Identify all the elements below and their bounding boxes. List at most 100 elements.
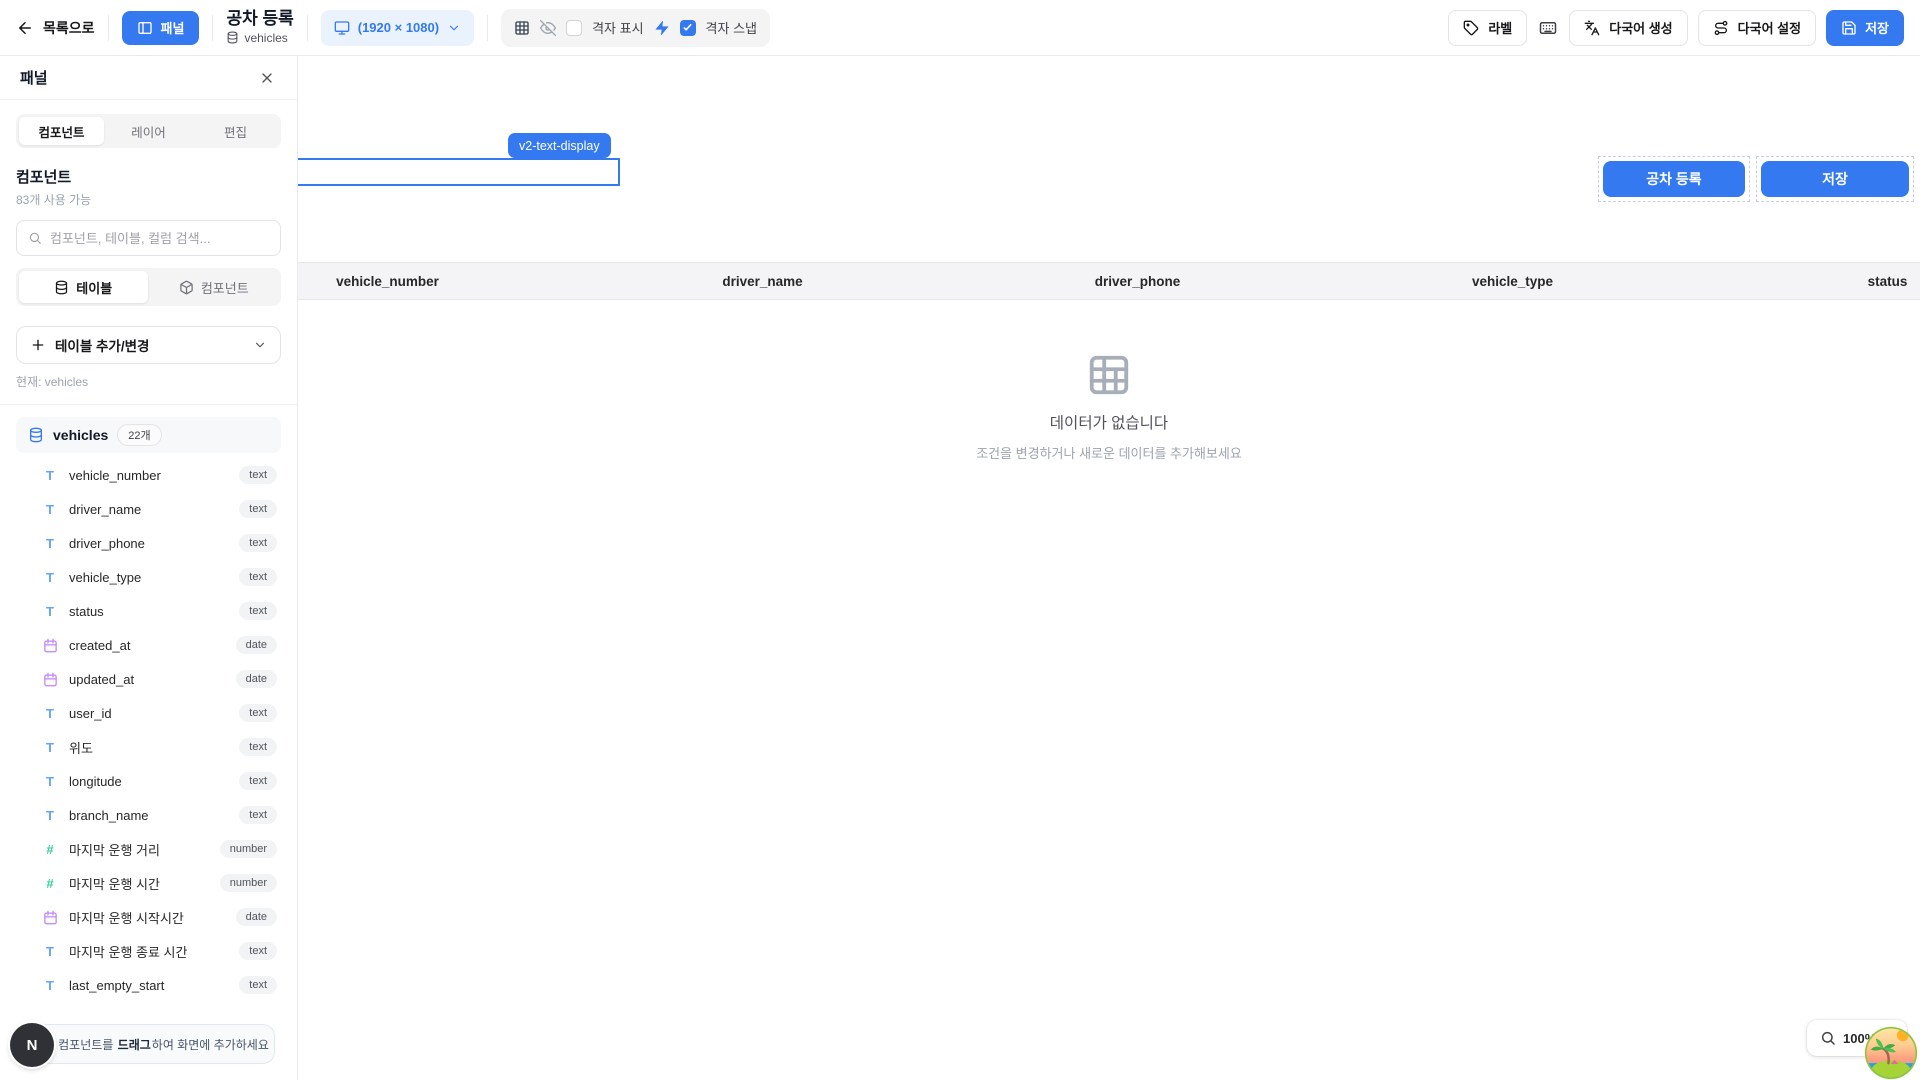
drag-hint-text: 컴포넌트를 드래그하여 화면에 추가하세요 (58, 1036, 269, 1053)
i18n-settings-button[interactable]: 다국어 설정 (1698, 10, 1816, 46)
mode-tab-tables[interactable]: 테이블 (19, 271, 148, 303)
field-row-위도[interactable]: T 위도 text (16, 730, 281, 764)
field-row-마지막 운행 시작시간[interactable]: 마지막 운행 시작시간date (16, 900, 281, 934)
eye-off-icon[interactable] (540, 20, 556, 36)
component-search (16, 220, 281, 256)
search-input[interactable] (50, 231, 269, 246)
grid-show-checkbox[interactable] (566, 20, 582, 36)
grid-snap-label: 격자 스냅 (706, 18, 757, 37)
field-row-vehicle_number[interactable]: Tvehicle_numbertext (16, 458, 281, 492)
mode-tabs: 테이블컴포넌트 (16, 268, 281, 306)
database-icon (28, 427, 44, 443)
save-button-text: 저장 (1865, 18, 1889, 37)
text-type-icon: T (42, 740, 58, 755)
field-row-driver_name[interactable]: Tdriver_name text (16, 492, 281, 526)
text-type-icon: T (42, 502, 58, 517)
field-name: updated_at (69, 672, 134, 687)
save-icon (1841, 20, 1857, 36)
magnifier-icon (1820, 1030, 1836, 1046)
register-button-component-wrapper: 공차 등록 (1598, 156, 1750, 202)
add-table-button[interactable]: 테이블 추가/변경 (16, 326, 281, 364)
field-row-branch_name[interactable]: Tbranch_nametext (16, 798, 281, 832)
field-name: 마지막 운행 거리 (69, 840, 160, 859)
panel-tab-components[interactable]: 컴포넌트 (19, 117, 104, 145)
i18n-generate-button[interactable]: 다국어 생성 (1569, 10, 1687, 46)
route-icon (1713, 20, 1729, 36)
canvas-register-button[interactable]: 공차 등록 (1603, 161, 1745, 197)
resolution-value: (1920 × 1080) (358, 20, 439, 35)
available-count: 83개 사용 가능 (16, 191, 281, 208)
field-row-longitude[interactable]: Tlongitudetext (16, 764, 281, 798)
resolution-selector[interactable]: (1920 × 1080) (321, 10, 474, 46)
panel-tabs: 컴포넌트레이어편집 (16, 114, 281, 148)
mode-tab-components[interactable]: 컴포넌트 (150, 271, 279, 303)
field-name: driver_name (69, 502, 141, 517)
divider (487, 15, 488, 41)
drag-hint: 컴포넌트를 드래그하여 화면에 추가하세요 (16, 1024, 275, 1064)
number-type-icon: # (42, 842, 58, 857)
data-table-header: vehicle_numberdriver_namedriver_phoneveh… (200, 262, 1920, 300)
field-type-badge: text (239, 534, 277, 552)
chevron-down-icon (253, 338, 267, 352)
app-root: 목록으로 패널 공차 등록 vehicles (0, 0, 1920, 1080)
field-row-마지막 운행 시간[interactable]: #마지막 운행 시간number (16, 866, 281, 900)
back-button[interactable]: 목록으로 (16, 18, 95, 38)
divider (0, 404, 297, 405)
field-name: created_at (69, 638, 130, 653)
panel-toggle-button[interactable]: 패널 (122, 11, 200, 45)
field-type-badge: text (239, 738, 277, 756)
plus-icon (30, 337, 46, 353)
languages-icon (1584, 20, 1600, 36)
zap-icon[interactable] (654, 20, 670, 36)
keyboard-shortcuts-button[interactable] (1537, 17, 1559, 39)
topbar-left: 목록으로 패널 공차 등록 vehicles (16, 9, 770, 47)
grid-snap-checkbox[interactable] (680, 20, 696, 36)
field-row-created_at[interactable]: created_atdate (16, 628, 281, 662)
field-type-badge: date (236, 908, 277, 926)
field-row-user_id[interactable]: Tuser_idtext (16, 696, 281, 730)
field-type-badge: text (239, 602, 277, 620)
field-name: 마지막 운행 종료 시간 (69, 942, 187, 961)
page-title: 공차 등록 (226, 10, 293, 28)
island-emoji-icon[interactable] (1864, 1026, 1918, 1080)
text-type-icon: T (42, 944, 58, 959)
text-type-icon: T (42, 808, 58, 823)
grid-icon[interactable] (514, 20, 530, 36)
field-type-badge: text (239, 500, 277, 518)
field-name: 위도 (69, 738, 93, 757)
panel-title: 패널 (20, 67, 48, 88)
column-header-vehicle_type: vehicle_type (1325, 274, 1700, 289)
field-name: branch_name (69, 808, 149, 823)
canvas-save-button[interactable]: 저장 (1761, 161, 1909, 197)
i18n-generate-text: 다국어 생성 (1609, 18, 1672, 37)
divider (212, 15, 213, 41)
field-count-badge: 22개 (117, 424, 161, 446)
field-row-last_empty_start[interactable]: Tlast_empty_starttext (16, 968, 281, 1002)
vehicles-table-row[interactable]: vehicles 22개 (16, 417, 281, 453)
field-row-status[interactable]: Tstatustext (16, 594, 281, 628)
database-icon (226, 31, 239, 44)
grid-toolbar: 격자 표시 격자 스냅 (501, 9, 770, 47)
label-button[interactable]: 라벨 (1448, 10, 1527, 46)
keyboard-icon (1539, 19, 1557, 37)
monitor-icon (334, 20, 350, 36)
calendar-icon (42, 910, 58, 925)
field-row-driver_phone[interactable]: Tdriver_phonetext (16, 526, 281, 560)
save-button[interactable]: 저장 (1826, 10, 1904, 46)
i18n-settings-text: 다국어 설정 (1738, 18, 1801, 37)
user-avatar[interactable]: N (10, 1023, 54, 1067)
panel-tab-edit[interactable]: 편집 (193, 117, 278, 145)
column-header-driver_name: driver_name (575, 274, 950, 289)
field-row-updated_at[interactable]: updated_atdate (16, 662, 281, 696)
empty-state: 데이터가 없습니다 조건을 변경하거나 새로운 데이터를 추가해보세요 (298, 352, 1920, 462)
panel-tab-layers[interactable]: 레이어 (106, 117, 191, 145)
field-row-vehicle_type[interactable]: Tvehicle_typetext (16, 560, 281, 594)
panel-toggle-label: 패널 (161, 18, 185, 37)
close-panel-button[interactable] (257, 68, 277, 88)
save-button-component-wrapper: 저장 (1756, 156, 1914, 202)
selected-component-tooltip: v2-text-display (508, 133, 611, 158)
column-header-driver_phone: driver_phone (950, 274, 1325, 289)
text-type-icon: T (42, 978, 58, 993)
field-row-마지막 운행 거리[interactable]: #마지막 운행 거리number (16, 832, 281, 866)
field-row-마지막 운행 종료 시간[interactable]: T마지막 운행 종료 시간text (16, 934, 281, 968)
